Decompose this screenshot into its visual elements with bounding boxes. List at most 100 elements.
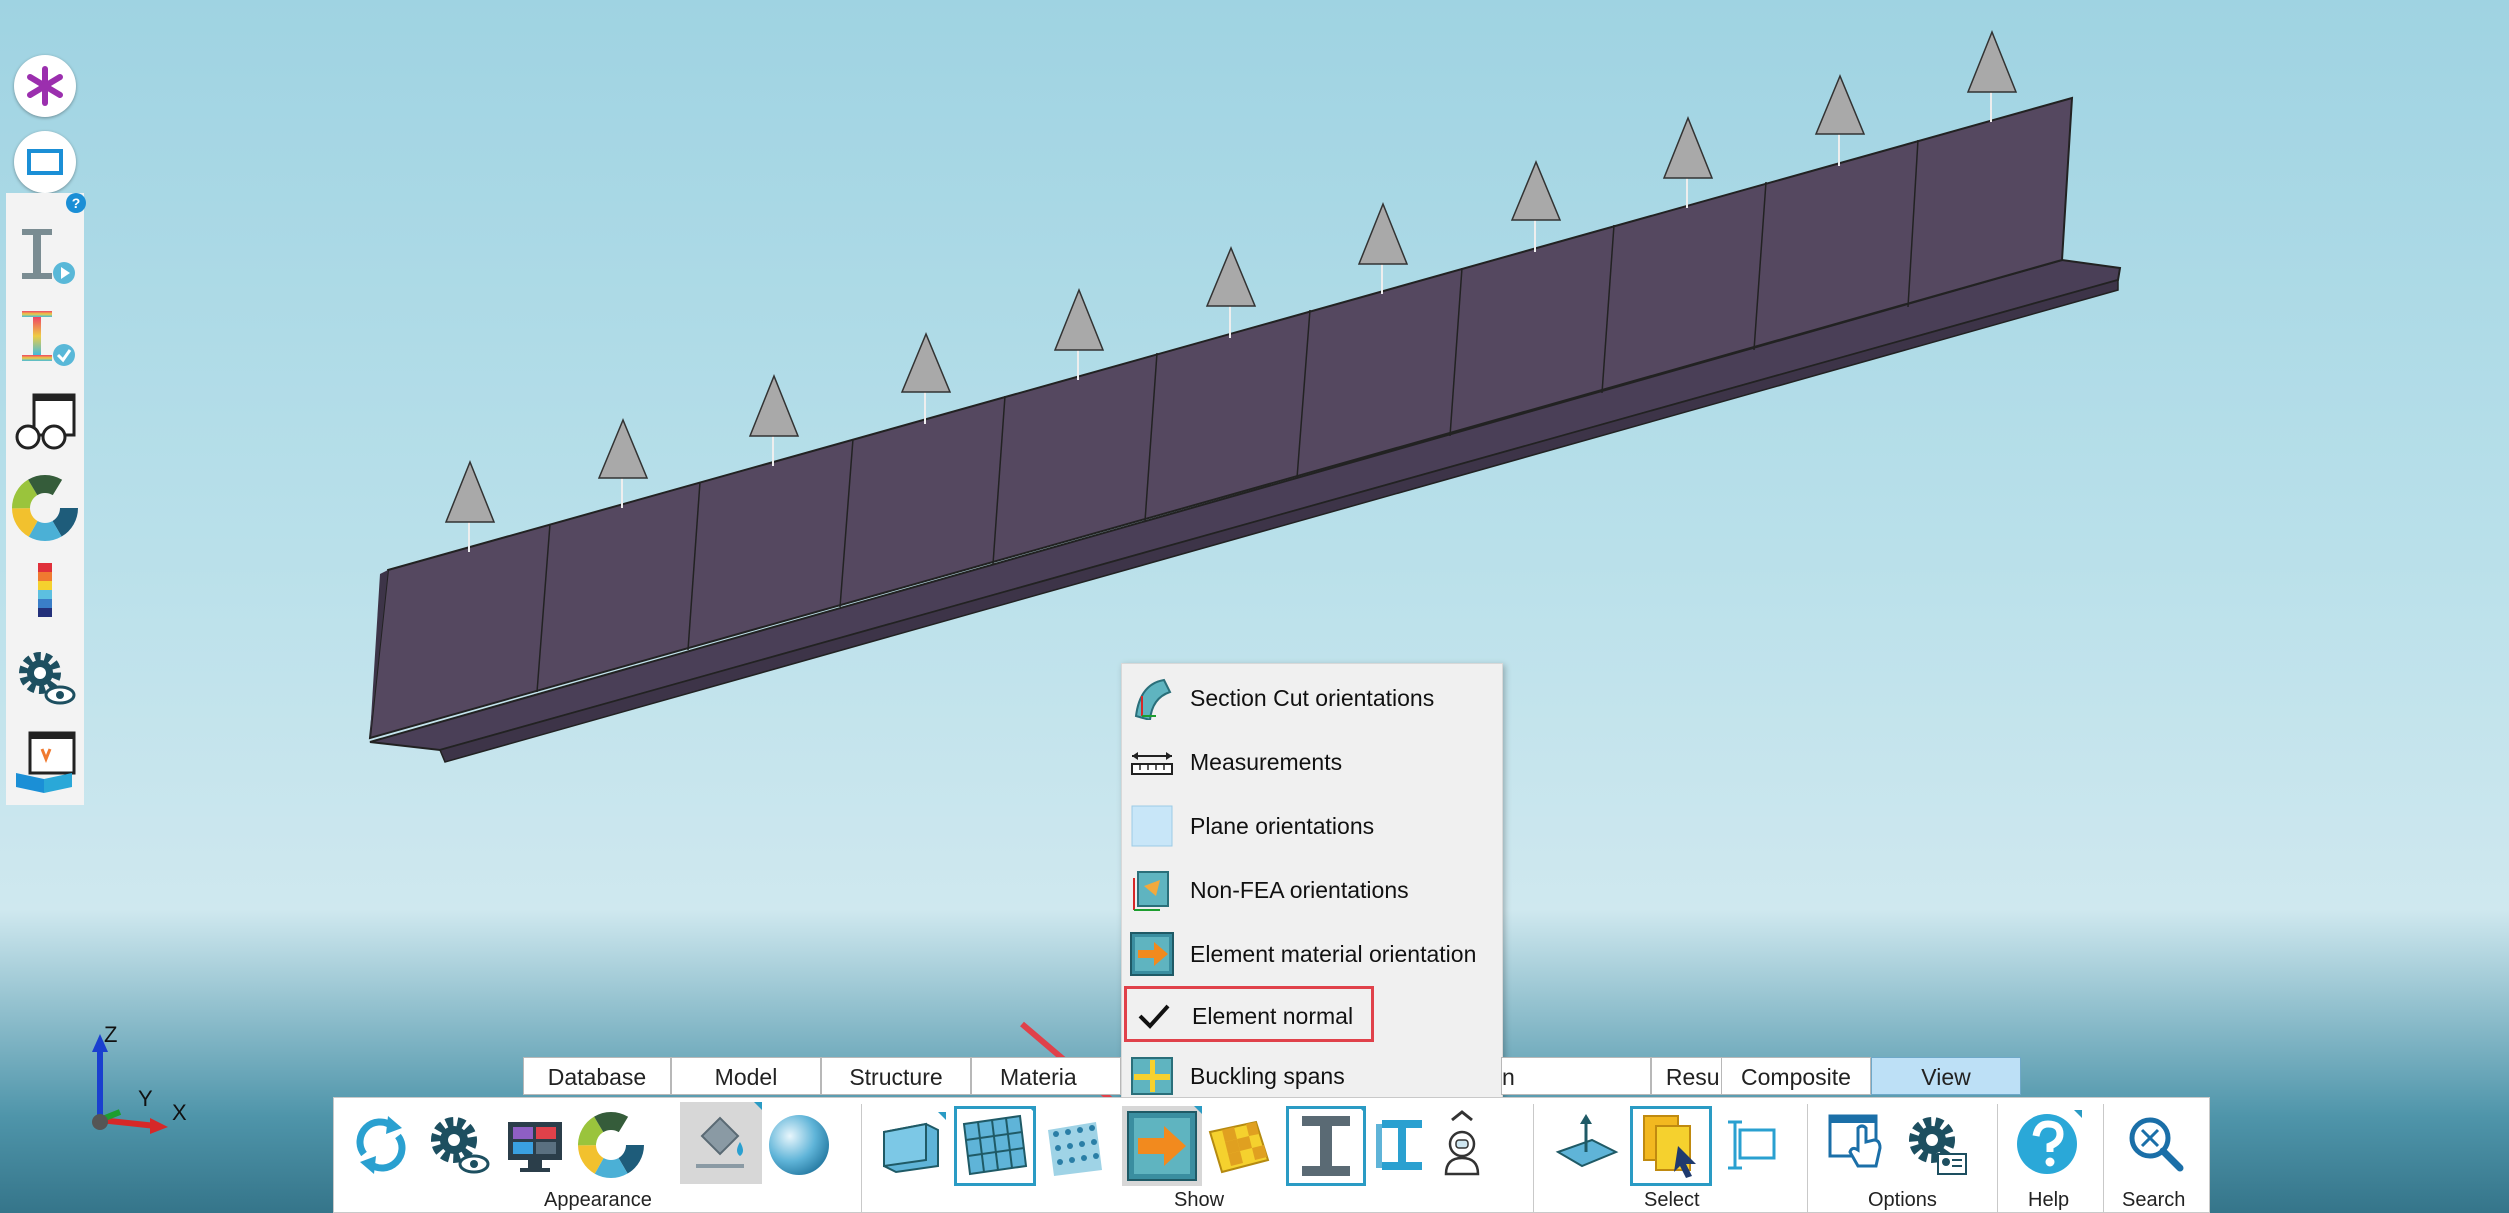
beam-check-button[interactable] xyxy=(12,305,78,371)
select-plane-icon xyxy=(1555,1114,1619,1168)
refresh-button[interactable] xyxy=(346,1110,416,1180)
ribbon-separator xyxy=(1997,1104,1998,1212)
points-mesh-icon xyxy=(1048,1122,1102,1176)
paint-bucket-icon xyxy=(696,1102,762,1168)
beam-play-button[interactable] xyxy=(12,223,78,289)
help-badge[interactable]: ? xyxy=(66,193,86,213)
gear-id-card-icon xyxy=(1909,1117,1967,1175)
more-show-options-button[interactable] xyxy=(1434,1110,1490,1180)
show-dropdown-menu: Section Cut orientations Measurements Pl… xyxy=(1121,663,1503,1105)
beam-play-icon xyxy=(22,229,75,284)
beam-profile-button[interactable] xyxy=(1368,1110,1438,1180)
group-label-search: Search xyxy=(2122,1189,2186,1211)
non-fea-icon xyxy=(1133,871,1169,911)
i-beam-icon xyxy=(1302,1106,1366,1176)
color-legend-icon xyxy=(38,563,52,617)
beam-web xyxy=(368,96,2074,740)
i-beam-button[interactable] xyxy=(1286,1106,1366,1186)
search-button[interactable] xyxy=(2118,1110,2188,1180)
ribbon-separator xyxy=(861,1104,862,1212)
menu-item-plane-orientations[interactable]: Plane orientations xyxy=(1122,796,1502,852)
ribbon-separator xyxy=(1533,1104,1534,1212)
tab-composite[interactable]: Composite xyxy=(1721,1057,1871,1095)
checker-pattern-icon xyxy=(1208,1120,1270,1174)
section-cut-icon xyxy=(1134,678,1172,720)
tab-hidden[interactable]: n xyxy=(1501,1057,1651,1095)
help-button[interactable] xyxy=(2012,1110,2082,1180)
menu-item-label: Non-FEA orientations xyxy=(1190,877,1409,903)
ruler-icon xyxy=(1131,752,1173,775)
view-settings-button[interactable] xyxy=(12,645,78,711)
glasses-view-button[interactable] xyxy=(12,391,78,457)
tab-database[interactable]: Database xyxy=(523,1057,671,1095)
tab-view[interactable]: View xyxy=(1871,1057,2021,1095)
menu-item-label: Section Cut orientations xyxy=(1190,685,1435,711)
question-mark-icon xyxy=(2017,1110,2082,1174)
points-mesh-button[interactable] xyxy=(1040,1110,1110,1180)
color-wheel-button[interactable] xyxy=(12,475,78,541)
color-wheel-ribbon-button[interactable] xyxy=(576,1110,646,1180)
checkmark-icon xyxy=(1138,1004,1170,1029)
menu-item-label: Element normal xyxy=(1192,1003,1354,1029)
book-window-icon xyxy=(16,731,76,793)
tab-structure[interactable]: Structure xyxy=(821,1057,971,1095)
group-label-options: Options xyxy=(1868,1189,1937,1211)
user-settings-button[interactable] xyxy=(1902,1110,1972,1180)
axis-y-label: Y xyxy=(138,1086,153,1111)
ply-pattern-button[interactable] xyxy=(1204,1110,1274,1180)
astronaut-chevron-icon xyxy=(1444,1110,1480,1176)
axis-x-label: X xyxy=(172,1100,187,1125)
ribbon-separator xyxy=(2103,1104,2104,1212)
select-beam-icon xyxy=(1728,1120,1776,1170)
tab-model[interactable]: Model xyxy=(671,1057,821,1095)
monitor-colors-button[interactable] xyxy=(500,1110,570,1180)
select-object-icon xyxy=(1643,1115,1696,1178)
options-window-button[interactable] xyxy=(1824,1110,1894,1180)
menu-item-section-cut[interactable]: Section Cut orientations xyxy=(1122,668,1502,724)
gear-eye-icon xyxy=(431,1117,490,1174)
color-wheel-icon xyxy=(578,1112,644,1178)
tab-material[interactable]: Materia xyxy=(971,1057,1121,1095)
select-plane-button[interactable] xyxy=(1552,1110,1622,1180)
menu-item-element-normal[interactable]: Element normal xyxy=(1124,986,1374,1042)
ribbon-toolbar: Appearance Show Select Options Help Sear… xyxy=(333,1097,2210,1213)
gear-eye-icon xyxy=(19,652,76,705)
axis-triad: Z Y X xyxy=(80,1020,190,1140)
axis-z-label: Z xyxy=(104,1022,118,1047)
menu-item-element-material-orientation[interactable]: Element material orientation xyxy=(1122,924,1502,980)
book-window-button[interactable] xyxy=(12,729,78,795)
ribbon-separator xyxy=(1807,1104,1808,1212)
select-beam-button[interactable] xyxy=(1718,1110,1788,1180)
menu-item-label: Plane orientations xyxy=(1190,813,1375,839)
menu-item-non-fea[interactable]: Non-FEA orientations xyxy=(1122,860,1502,916)
view-settings-ribbon-button[interactable] xyxy=(424,1110,494,1180)
legend-button[interactable] xyxy=(12,559,78,625)
solid-plane-icon xyxy=(883,1112,946,1174)
asterisk-icon xyxy=(27,66,63,106)
menu-item-label: Measurements xyxy=(1190,749,1343,775)
sphere-button[interactable] xyxy=(764,1110,834,1180)
menu-item-buckling-spans[interactable]: Buckling spans xyxy=(1122,1046,1502,1102)
group-label-help: Help xyxy=(2028,1189,2070,1211)
search-icon xyxy=(2129,1117,2184,1172)
asterisk-button[interactable] xyxy=(14,55,76,117)
buckling-icon xyxy=(1131,1057,1173,1095)
rectangle-view-button[interactable] xyxy=(14,131,76,193)
menu-item-measurements[interactable]: Measurements xyxy=(1122,732,1502,788)
refresh-icon xyxy=(356,1116,406,1174)
orange-arrow-icon xyxy=(1130,932,1174,976)
color-wheel-icon xyxy=(12,475,78,541)
mesh-grid-button[interactable] xyxy=(954,1106,1036,1186)
solid-plane-button[interactable] xyxy=(876,1110,946,1180)
glasses-icon xyxy=(15,393,76,450)
mesh-grid-icon xyxy=(962,1106,1036,1176)
group-label-select: Select xyxy=(1644,1189,1700,1211)
beam-check-icon xyxy=(22,311,75,366)
beam-profile-icon xyxy=(1376,1120,1422,1170)
plane-icon xyxy=(1131,805,1173,847)
hand-pointer-window-icon xyxy=(1828,1114,1882,1168)
select-object-button[interactable] xyxy=(1630,1106,1712,1186)
rectangle-icon xyxy=(27,149,63,175)
paint-bucket-button[interactable] xyxy=(680,1102,762,1184)
element-orientation-button[interactable] xyxy=(1122,1106,1202,1186)
